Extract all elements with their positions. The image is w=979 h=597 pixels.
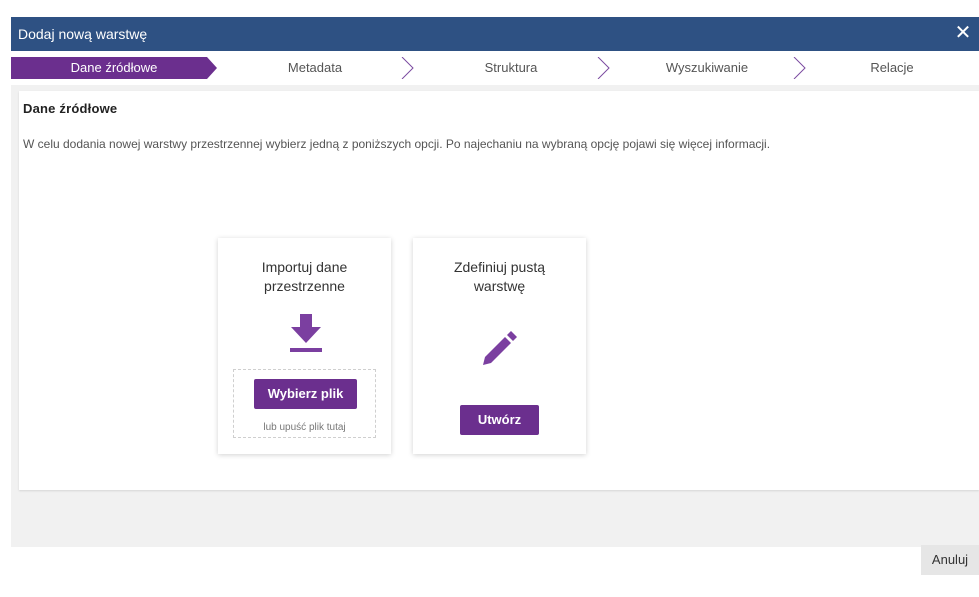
import-card-title: Importuj dane przestrzenne <box>218 258 391 296</box>
download-icon <box>290 314 322 352</box>
step-label: Wyszukiwanie <box>665 60 749 75</box>
step-label: Dane źródłowe <box>70 60 158 75</box>
step-label: Relacje <box>870 60 914 75</box>
import-data-card[interactable]: Importuj dane przestrzenne Wybierz plik … <box>218 238 391 454</box>
drop-hint: lub upuść plik tutaj <box>263 422 346 433</box>
dialog-titlebar: Dodaj nową warstwę ✕ <box>11 17 979 51</box>
step-label: Metadata <box>287 60 343 75</box>
import-card-title-line2: przestrzenne <box>264 278 345 294</box>
add-layer-dialog: Dodaj nową warstwę ✕ Dane źródłowe Metad… <box>11 17 979 597</box>
close-icon[interactable]: ✕ <box>953 21 973 45</box>
step-relations[interactable]: Relacje <box>805 57 979 79</box>
panel-description: W celu dodania nowej warstwy przestrzenn… <box>23 137 771 151</box>
pencil-icon <box>483 331 517 365</box>
cancel-button[interactable]: Anuluj <box>921 545 979 575</box>
source-data-panel: Dane źródłowe W celu dodania nowej warst… <box>19 91 979 490</box>
wizard-steps: Dane źródłowe Metadata Struktura Wyszuki… <box>11 57 979 79</box>
content-area: Dane źródłowe W celu dodania nowej warst… <box>11 85 979 547</box>
choose-file-button[interactable]: Wybierz plik <box>254 379 357 409</box>
define-card-title-line2: warstwę <box>473 278 526 294</box>
step-source-data[interactable]: Dane źródłowe <box>11 57 217 79</box>
step-search[interactable]: Wyszukiwanie <box>609 57 806 79</box>
create-button[interactable]: Utwórz <box>460 405 539 435</box>
define-card-title: Zdefiniuj pustą warstwę <box>413 258 586 296</box>
step-metadata[interactable]: Metadata <box>217 57 414 79</box>
file-drop-zone[interactable]: Wybierz plik lub upuść plik tutaj <box>233 369 376 438</box>
dialog-title: Dodaj nową warstwę <box>18 26 148 42</box>
define-card-title-line1: Zdefiniuj pustą <box>453 259 546 275</box>
panel-heading: Dane źródłowe <box>23 101 118 116</box>
define-empty-layer-card[interactable]: Zdefiniuj pustą warstwę Utwórz <box>413 238 586 454</box>
step-label: Struktura <box>484 60 538 75</box>
import-card-title-line1: Importuj dane <box>261 259 348 275</box>
step-structure[interactable]: Struktura <box>413 57 610 79</box>
